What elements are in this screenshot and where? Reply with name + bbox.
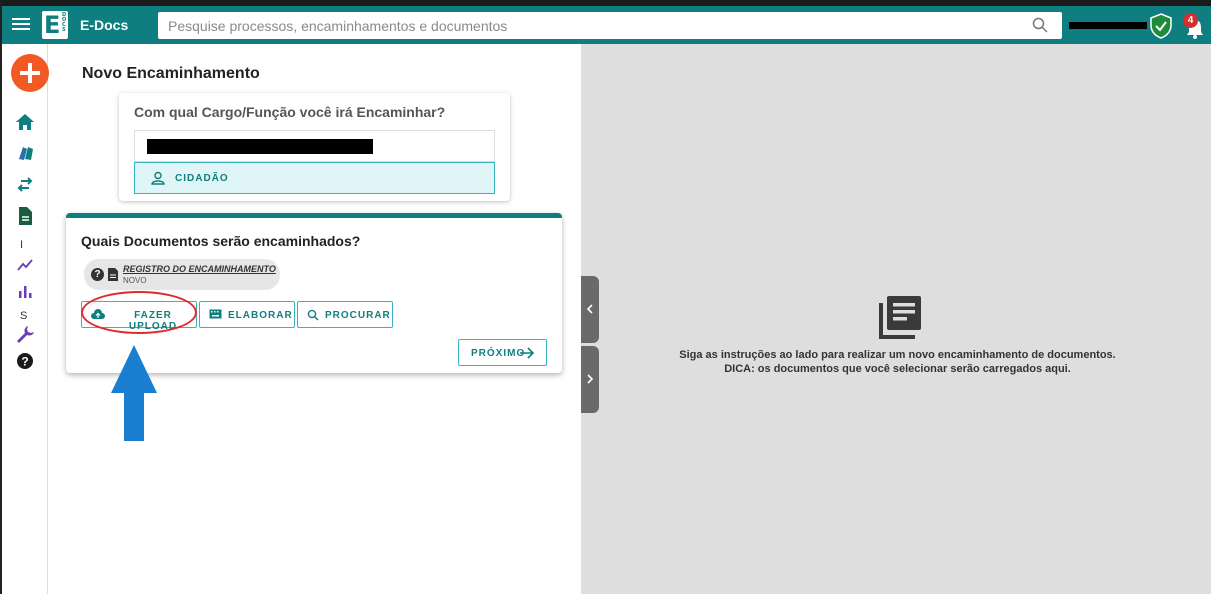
- document-chip-name: REGISTRO DO ENCAMINHAMENTO: [123, 264, 276, 274]
- annotation-arrow-up-icon: [111, 345, 157, 441]
- app-title: E-Docs: [80, 17, 129, 33]
- library-books-icon: [879, 296, 921, 339]
- trend-line-icon[interactable]: [15, 255, 35, 275]
- documents-question: Quais Documentos serão encaminhados?: [81, 233, 361, 249]
- boxes-icon[interactable]: [15, 143, 35, 163]
- shield-check-icon[interactable]: [1149, 13, 1173, 39]
- document-chip-status: NOVO: [123, 276, 147, 285]
- tip-text: DICA: os documentos que você selecionar …: [724, 363, 1071, 375]
- arrow-right-icon: [520, 347, 535, 359]
- search-icon[interactable]: [1032, 17, 1048, 33]
- annotation-highlight-circle: [81, 291, 197, 334]
- add-button[interactable]: [11, 54, 49, 92]
- swap-arrows-icon[interactable]: [15, 174, 35, 194]
- elaborate-button-label: ELABORAR: [228, 310, 293, 321]
- role-card: Com qual Cargo/Função você irá Encaminha…: [119, 93, 510, 201]
- elaborate-button[interactable]: ELABORAR: [199, 301, 295, 328]
- help-icon[interactable]: ?: [91, 268, 104, 281]
- home-icon[interactable]: [15, 112, 35, 132]
- edocs-logo[interactable]: E DOCS: [42, 11, 68, 39]
- next-button-label: PRÓXIMO: [471, 348, 526, 359]
- app-window: EDOCS E-Docs 4 I S ? Novo Encaminhamento…: [0, 0, 1211, 594]
- sidebar: I S ?: [2, 44, 49, 594]
- chevron-left-icon: [586, 304, 593, 314]
- magnifier-icon: [307, 309, 319, 321]
- instructions-text: Siga as instruções ao lado para realizar…: [679, 349, 1116, 361]
- user-icon: [151, 171, 165, 185]
- notification-badge[interactable]: 4: [1183, 13, 1198, 28]
- document-icon[interactable]: [15, 206, 35, 226]
- document-chip[interactable]: ? REGISTRO DO ENCAMINHAMENTO NOVO: [84, 259, 280, 290]
- help-icon[interactable]: ?: [15, 351, 35, 371]
- role-field[interactable]: [134, 130, 495, 162]
- user-name-redacted[interactable]: [1069, 22, 1147, 29]
- role-name-redacted: [147, 139, 373, 154]
- sidebar-section-s: S: [20, 310, 28, 322]
- role-question: Com qual Cargo/Função você irá Encaminha…: [134, 104, 446, 120]
- chevron-right-icon: [587, 374, 594, 384]
- role-option-label: CIDADÃO: [175, 173, 229, 184]
- search-document-button[interactable]: PROCURAR: [297, 301, 393, 328]
- role-option-cidadao[interactable]: CIDADÃO: [134, 162, 495, 194]
- bar-chart-icon[interactable]: [15, 281, 35, 301]
- search-input[interactable]: [158, 12, 1018, 39]
- collapse-left-button[interactable]: [581, 276, 599, 343]
- top-bar: EDOCS E-Docs 4: [2, 6, 1211, 44]
- wrench-icon[interactable]: [15, 324, 35, 344]
- next-button[interactable]: PRÓXIMO: [458, 339, 547, 366]
- keyboard-icon: [209, 309, 222, 319]
- hamburger-menu-icon[interactable]: [10, 15, 32, 35]
- svg-text:?: ?: [21, 355, 28, 369]
- page-title: Novo Encaminhamento: [82, 65, 260, 82]
- search-document-button-label: PROCURAR: [325, 310, 391, 321]
- sidebar-section-i: I: [20, 239, 24, 251]
- file-icon: [108, 268, 118, 281]
- search-bar: [158, 12, 1062, 39]
